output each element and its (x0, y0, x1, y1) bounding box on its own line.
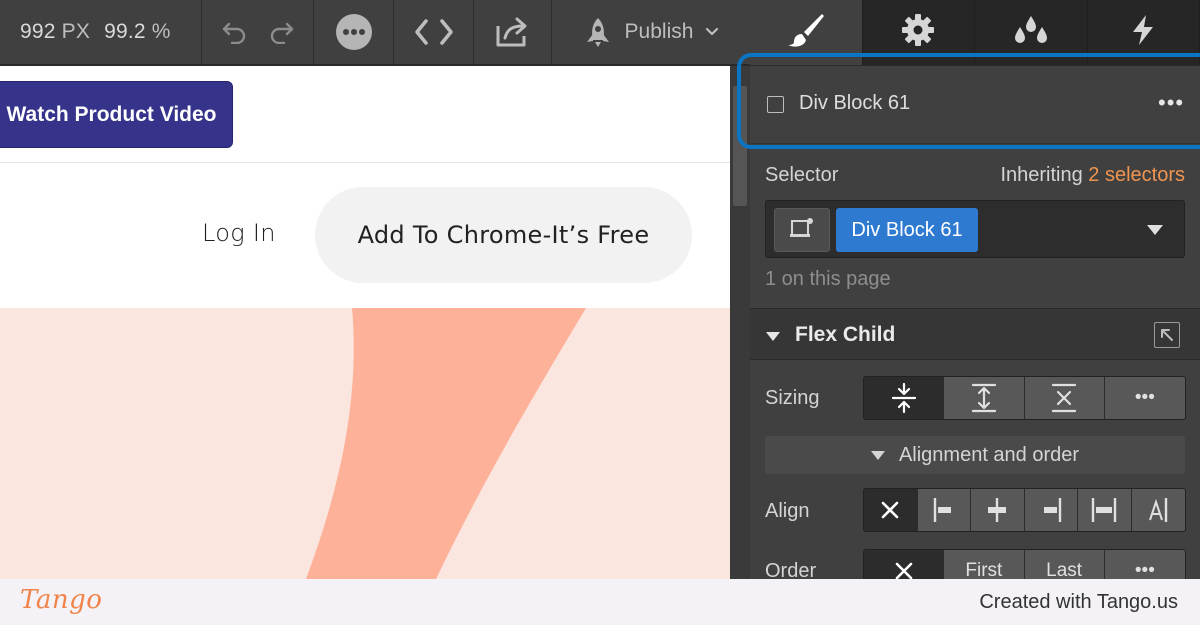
selector-tag[interactable]: Div Block 61 (836, 208, 978, 252)
flex-child-section-header[interactable]: Flex Child (750, 308, 1200, 360)
close-icon (895, 562, 912, 579)
selector-label: Selector (765, 164, 839, 186)
order-button-group: First Last ••• (863, 549, 1186, 579)
code-view-button[interactable] (394, 0, 474, 64)
sizing-shrink-button[interactable] (864, 377, 945, 419)
align-button-group (863, 488, 1186, 532)
caret-down-icon[interactable] (1146, 223, 1164, 241)
order-last-button[interactable]: Last (1024, 550, 1105, 579)
highlight-ring (737, 53, 1200, 149)
redo-icon[interactable] (268, 20, 294, 44)
order-none-button[interactable] (864, 550, 945, 579)
inheriting-prefix: Inheriting (1000, 164, 1083, 186)
inheriting-selectors-link[interactable]: 2 selectors (1088, 164, 1185, 186)
sizing-button-group: ••• (863, 376, 1186, 420)
shrink-icon (891, 383, 916, 413)
zoom-value: 99.2 (104, 20, 146, 43)
on-page-count: 1 on this page (765, 268, 891, 290)
close-icon (881, 501, 899, 519)
ellipsis-circle-icon (335, 13, 373, 51)
width-value: 992 (20, 20, 56, 43)
gear-icon (901, 13, 935, 52)
order-label: Order (765, 560, 817, 579)
add-to-chrome-button[interactable]: Add To Chrome-It’s Free (315, 187, 692, 283)
footer-credit: Created with Tango.us (979, 591, 1178, 613)
sizing-none-button[interactable] (1024, 377, 1105, 419)
design-canvas[interactable]: Watch Product Video Log In Add To Chrome… (0, 66, 730, 579)
order-first-button[interactable]: First (944, 550, 1025, 579)
caret-down-icon (766, 329, 780, 347)
paintbrush-icon (786, 12, 826, 53)
align-baseline-icon (1149, 498, 1168, 522)
width-unit: PX (61, 20, 91, 43)
chevron-down-icon (705, 27, 719, 37)
align-center-icon (988, 498, 1007, 522)
sizing-grow-button[interactable] (944, 377, 1025, 419)
top-toolbar: 992 PX 99.2 % Publish (0, 0, 750, 65)
element-state-icon (790, 217, 814, 244)
arrow-up-left-icon[interactable] (1154, 322, 1180, 348)
alignment-order-label: Alignment and order (898, 443, 1080, 466)
zoom-unit: % (151, 20, 171, 43)
align-end-icon (1043, 498, 1061, 522)
align-stretch-icon (1092, 498, 1117, 522)
hero-decorative-shape (306, 308, 586, 579)
align-start-icon (933, 498, 951, 522)
tango-footer: Tango Created with Tango.us (0, 579, 1200, 625)
align-end-button[interactable] (1024, 489, 1078, 531)
lightning-icon (1129, 14, 1157, 51)
caret-down-icon (870, 444, 885, 467)
viewport-size-readout[interactable]: 992 PX 99.2 % (0, 0, 202, 64)
export-button[interactable] (474, 0, 552, 64)
drops-icon (1012, 15, 1050, 50)
selector-state-button[interactable] (774, 208, 830, 252)
watch-product-video-button[interactable]: Watch Product Video (0, 81, 233, 148)
align-baseline-button[interactable] (1131, 489, 1185, 531)
align-stretch-button[interactable] (1078, 489, 1132, 531)
login-link[interactable]: Log In (202, 219, 276, 247)
more-options-button[interactable] (314, 0, 394, 64)
order-more-button[interactable]: ••• (1104, 550, 1185, 579)
align-none-button[interactable] (864, 489, 918, 531)
rocket-icon (583, 16, 613, 48)
share-export-icon (495, 16, 531, 48)
flex-child-title: Flex Child (795, 323, 896, 346)
sizing-label: Sizing (765, 387, 820, 409)
grow-icon (971, 383, 996, 413)
sizing-more-button[interactable]: ••• (1104, 377, 1185, 419)
undo-icon[interactable] (222, 20, 248, 44)
align-start-button[interactable] (917, 489, 971, 531)
undo-redo-group (202, 0, 314, 64)
align-label: Align (765, 500, 810, 522)
code-brackets-icon (414, 18, 454, 46)
align-center-button[interactable] (971, 489, 1025, 531)
publish-button[interactable]: Publish (552, 0, 750, 64)
alignment-order-toggle[interactable]: Alignment and order (765, 436, 1185, 474)
selector-field[interactable]: Div Block 61 (765, 200, 1185, 258)
no-shrink-icon (1052, 383, 1077, 413)
publish-label: Publish (624, 20, 694, 43)
inheriting-label: Inheriting 2 selectors (1000, 164, 1185, 187)
tango-logo: Tango (20, 585, 103, 615)
canvas-divider (0, 162, 730, 163)
